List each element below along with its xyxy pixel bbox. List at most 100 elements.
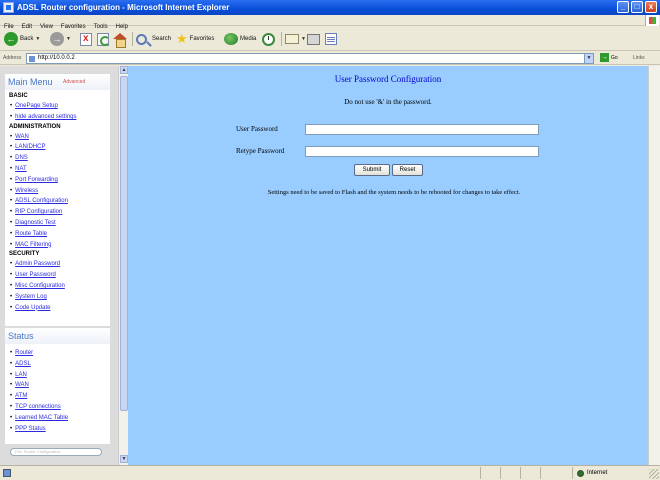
status-divider xyxy=(480,467,481,479)
sidebar-frame: Main Menu Advanced BASIC OnePage Setup h… xyxy=(0,66,118,465)
advanced-link[interactable]: Advanced xyxy=(63,79,85,85)
section-basic: BASIC xyxy=(9,93,28,99)
status-divider xyxy=(500,467,501,479)
sidebar-item-tcp-connections[interactable]: TCP connections xyxy=(5,402,110,413)
print-button[interactable] xyxy=(307,31,320,47)
chevron-down-icon: ▼ xyxy=(35,36,41,42)
main-menu-title: Main Menu xyxy=(8,77,53,87)
main-menu-header: Main Menu Advanced xyxy=(5,74,110,90)
media-icon xyxy=(224,33,238,45)
favorites-label: Favorites xyxy=(189,36,215,42)
refresh-button[interactable] xyxy=(97,31,110,47)
media-button[interactable]: Media xyxy=(224,31,256,47)
section-security: SECURITY xyxy=(9,251,40,258)
back-button[interactable]: ← Back ▼ xyxy=(4,31,40,47)
sidebar-scroll-thumb[interactable] xyxy=(120,76,128,411)
stop-button[interactable] xyxy=(80,31,92,47)
status-panel: Status Router ADSL LAN WAN ATM TCP conne… xyxy=(5,328,110,444)
back-label: Back xyxy=(20,36,34,42)
home-button[interactable] xyxy=(113,31,127,48)
toolbar-separator xyxy=(132,32,133,46)
forward-button[interactable]: → ▼ xyxy=(50,31,71,47)
sidebar-item-ppp-status[interactable]: PPP Status xyxy=(5,424,110,435)
forward-arrow-icon: → xyxy=(50,32,64,46)
chevron-down-icon: ▼ xyxy=(66,36,71,42)
address-label: Address xyxy=(3,55,22,61)
sidebar-item-lan-dhcp[interactable]: LAN/DHCP xyxy=(5,142,110,153)
go-arrow-icon: → xyxy=(600,53,609,62)
sidebar-item-misc-configuration[interactable]: Misc Configuration xyxy=(5,281,110,292)
internet-zone-icon xyxy=(577,469,584,477)
search-button[interactable]: Search xyxy=(136,31,171,47)
chevron-down-icon: ▼ xyxy=(301,36,306,42)
browser-window: ADSL Router configuration - Microsoft In… xyxy=(0,0,660,480)
toolbar-separator xyxy=(281,32,282,46)
router-config-pill: DSL Router Configuration xyxy=(10,448,102,456)
mail-icon xyxy=(285,34,299,44)
history-button[interactable] xyxy=(262,31,275,47)
sidebar-item-user-password[interactable]: User Password xyxy=(5,270,110,281)
security-zone: Internet xyxy=(572,467,642,479)
sidebar-item-onepage-setup[interactable]: OnePage Setup xyxy=(5,101,110,112)
mail-button[interactable]: ▼ xyxy=(285,31,306,47)
retype-password-label: Retype Password xyxy=(236,147,285,155)
sidebar-item-mac-filtering[interactable]: MAC Filtering xyxy=(5,240,110,251)
main-scrollbar[interactable] xyxy=(648,66,660,465)
search-label: Search xyxy=(152,36,172,42)
sidebar-item-hide-advanced[interactable]: hide advanced settings xyxy=(5,112,110,123)
sidebar-item-diagnostic-test[interactable]: Diagnostic Test xyxy=(5,218,110,229)
sidebar-item-code-update[interactable]: Code Update xyxy=(5,303,110,314)
scroll-down-icon[interactable]: ▼ xyxy=(120,455,128,463)
sidebar-item-adsl[interactable]: ADSL xyxy=(5,359,110,370)
password-note: Do not use '&' in the password. xyxy=(344,98,432,106)
menu-bar: File Edit View Favorites Tools Help xyxy=(0,15,660,30)
sidebar-item-system-log[interactable]: System Log xyxy=(5,292,110,303)
section-administration: ADMINISTRATION xyxy=(9,123,61,130)
sidebar-item-learned-mac-table[interactable]: Learned MAC Table xyxy=(5,413,110,424)
sidebar-item-atm[interactable]: ATM xyxy=(5,391,110,402)
address-url: http://10.0.0.2 xyxy=(38,55,75,61)
sidebar-item-lan[interactable]: LAN xyxy=(5,370,110,381)
toolbar: ← Back ▼ → ▼ Search ★ Favorites Media ▼ xyxy=(0,27,660,51)
user-password-label: User Password xyxy=(236,125,278,133)
back-arrow-icon: ← xyxy=(4,32,18,46)
status-divider xyxy=(520,467,521,479)
user-password-input[interactable] xyxy=(305,124,539,135)
home-icon xyxy=(113,32,127,48)
maximize-button[interactable]: □ xyxy=(631,1,643,13)
resize-grip-icon[interactable] xyxy=(649,469,659,479)
sidebar-item-dns[interactable]: DNS xyxy=(5,153,110,164)
retype-password-input[interactable] xyxy=(305,146,539,157)
reset-button[interactable]: Reset xyxy=(392,164,423,176)
zone-label: Internet xyxy=(587,470,608,476)
sidebar-item-adsl-configuration[interactable]: ADSL Configuration xyxy=(5,196,110,207)
edit-button[interactable] xyxy=(325,31,337,47)
history-icon xyxy=(262,32,275,46)
page-icon xyxy=(29,56,35,62)
sidebar-scrollbar[interactable]: ▲ ▼ xyxy=(118,66,128,465)
favorites-button[interactable]: ★ Favorites xyxy=(176,31,214,47)
main-menu-panel: Main Menu Advanced BASIC OnePage Setup h… xyxy=(5,74,110,326)
title-bar: ADSL Router configuration - Microsoft In… xyxy=(0,0,660,15)
reboot-hint: Settings need to be saved to Flash and t… xyxy=(267,189,521,196)
close-button[interactable]: x xyxy=(645,1,657,13)
scroll-up-icon[interactable]: ▲ xyxy=(120,66,128,74)
print-icon xyxy=(307,33,320,45)
sidebar-item-router[interactable]: Router xyxy=(5,348,110,359)
links-button[interactable]: Links xyxy=(633,52,645,65)
go-button[interactable]: → Go xyxy=(600,53,618,62)
submit-button[interactable]: Submit xyxy=(354,164,390,176)
ie-app-icon xyxy=(3,2,14,13)
sidebar-item-wireless[interactable]: Wireless xyxy=(5,186,110,197)
sidebar-item-route-table[interactable]: Route Table xyxy=(5,229,110,240)
sidebar-item-status-wan[interactable]: WAN xyxy=(5,380,110,391)
sidebar-item-admin-password[interactable]: Admin Password xyxy=(5,259,110,270)
sidebar-item-port-forwarding[interactable]: Port Forwarding xyxy=(5,175,110,186)
sidebar-item-rip-configuration[interactable]: RIP Configuration xyxy=(5,207,110,218)
address-input[interactable]: http://10.0.0.2 ▼ xyxy=(26,53,594,64)
sidebar-item-wan[interactable]: WAN xyxy=(5,132,110,143)
sidebar-item-nat[interactable]: NAT xyxy=(5,164,110,175)
chevron-down-icon[interactable]: ▼ xyxy=(584,54,593,63)
media-label: Media xyxy=(240,36,257,42)
minimize-button[interactable]: _ xyxy=(617,1,629,13)
